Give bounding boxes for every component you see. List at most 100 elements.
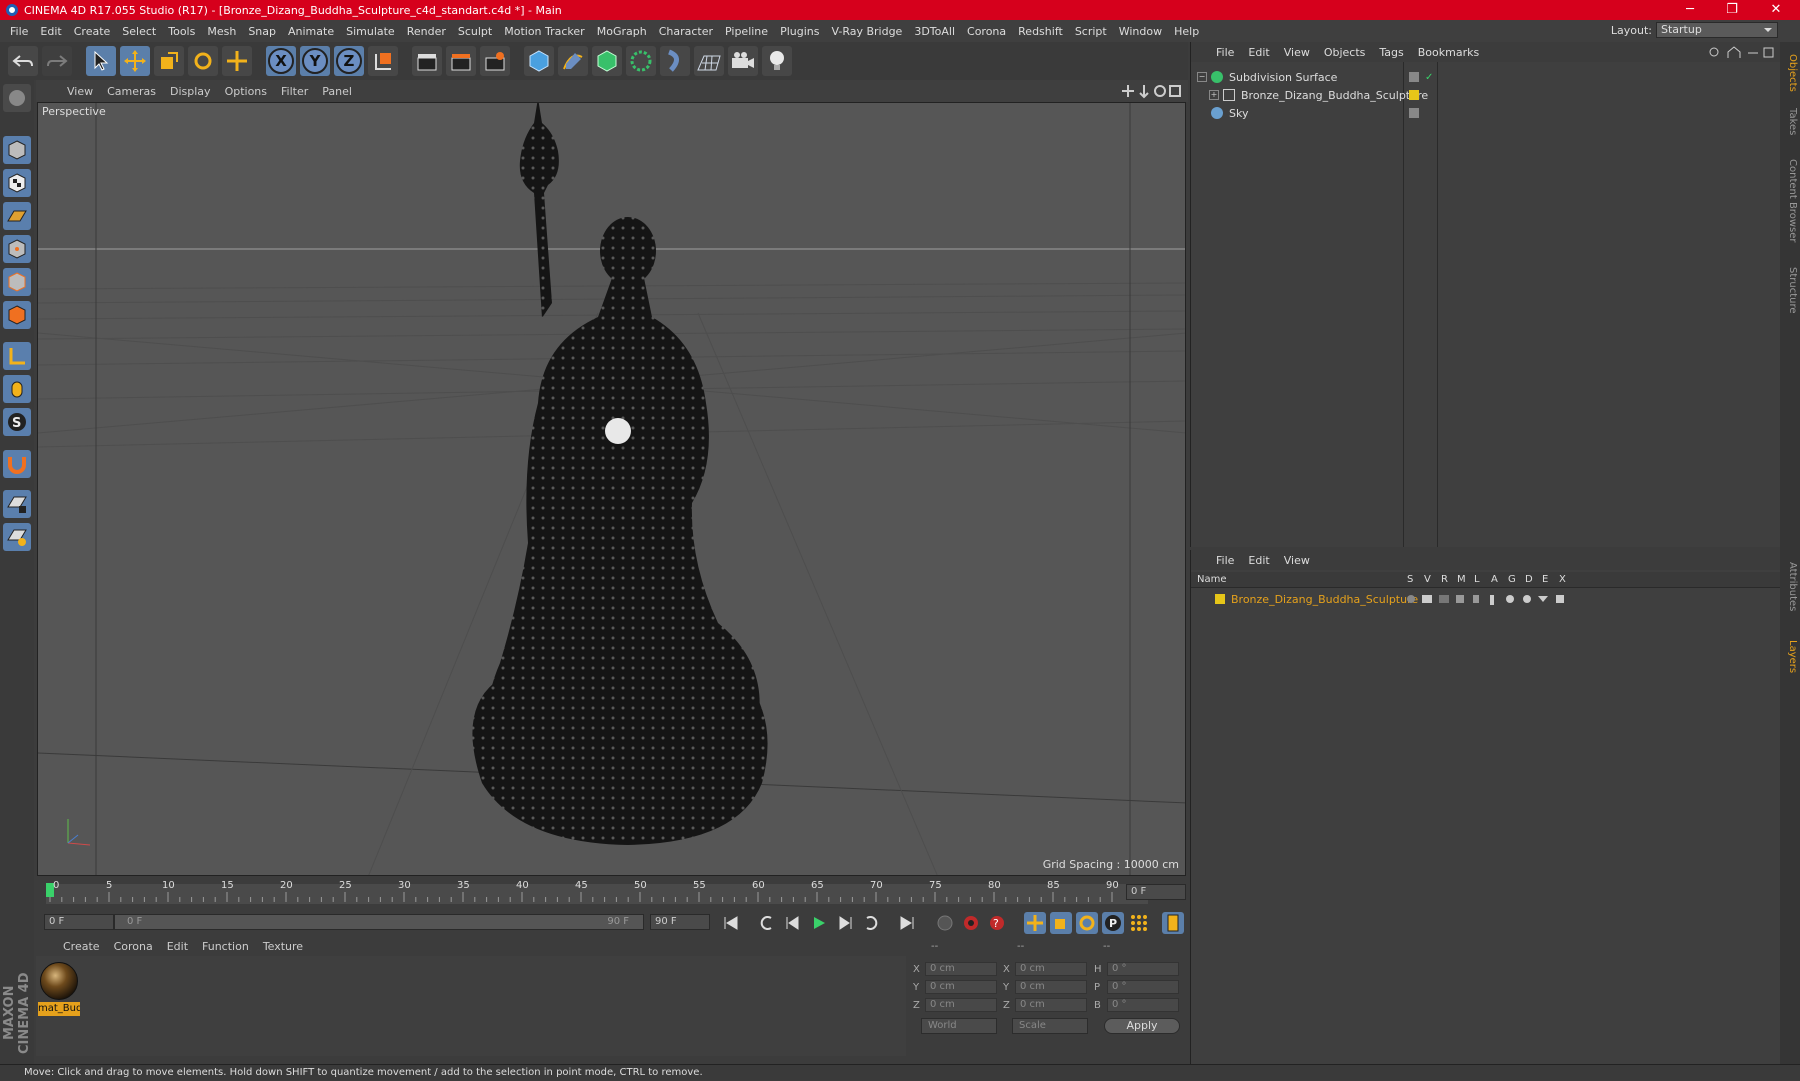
menu-snap[interactable]: Snap (242, 25, 282, 38)
select-tool-button[interactable] (86, 46, 116, 76)
menu-script[interactable]: Script (1069, 25, 1113, 38)
edges-mode-button[interactable] (3, 268, 31, 296)
tab-structure[interactable]: Structure (1782, 260, 1798, 320)
object-row-subdivision-surface[interactable]: − Subdivision Surface ✓ (1191, 68, 1781, 86)
add-deformer-button[interactable] (660, 46, 690, 76)
tab-attributes[interactable]: Attributes (1782, 552, 1798, 622)
add-light-button[interactable] (762, 46, 792, 76)
menu-corona[interactable]: Corona (961, 25, 1012, 38)
undo-button[interactable] (8, 46, 38, 76)
object-menu-tags[interactable]: Tags (1372, 46, 1410, 59)
layout-select[interactable]: Startup (1656, 22, 1778, 38)
material-menu-corona[interactable]: Corona (107, 940, 160, 953)
points-mode-button[interactable] (3, 235, 31, 263)
add-array-button[interactable] (626, 46, 656, 76)
menu-window[interactable]: Window (1113, 25, 1168, 38)
column-r[interactable]: R (1441, 572, 1448, 588)
render-settings-button[interactable] (480, 46, 510, 76)
menu-tools[interactable]: Tools (162, 25, 201, 38)
column-m[interactable]: M (1457, 572, 1466, 588)
coordinate-system-button[interactable] (368, 46, 398, 76)
menu-create[interactable]: Create (68, 25, 117, 38)
rotate-tool-button[interactable] (188, 46, 218, 76)
prev-key-button[interactable] (756, 912, 778, 934)
viewport-nav-icons[interactable] (1122, 83, 1182, 99)
expand-toggle-icon[interactable]: + (1209, 90, 1219, 100)
object-menu-view[interactable]: View (1277, 46, 1317, 59)
menu-vray-bridge[interactable]: V-Ray Bridge (825, 25, 908, 38)
menu-help[interactable]: Help (1168, 25, 1205, 38)
snap-button[interactable]: S (3, 408, 31, 436)
layer-color-swatch[interactable] (1215, 594, 1225, 604)
column-e[interactable]: E (1542, 572, 1548, 588)
viewport-menu-panel[interactable]: Panel (315, 85, 359, 98)
x-axis-lock-button[interactable]: X (266, 46, 296, 76)
column-a[interactable]: A (1491, 572, 1498, 588)
tab-objects[interactable]: Objects (1782, 48, 1798, 98)
end-frame-field[interactable]: 90 F (650, 914, 710, 930)
menu-mograph[interactable]: MoGraph (591, 25, 653, 38)
viewport-menu-options[interactable]: Options (218, 85, 274, 98)
apply-button[interactable]: Apply (1104, 1018, 1180, 1034)
rot-p-field[interactable]: 0 ° (1107, 980, 1179, 994)
scale-tool-button[interactable] (154, 46, 184, 76)
menu-simulate[interactable]: Simulate (340, 25, 401, 38)
layer-menu-edit[interactable]: Edit (1241, 554, 1276, 567)
material-menu-function[interactable]: Function (195, 940, 256, 953)
material-name-label[interactable]: mat_Bud (38, 1002, 80, 1016)
timeline-ruler[interactable]: 0 5 10 15 20 25 30 35 40 45 50 55 60 65 … (36, 878, 1188, 908)
menu-file[interactable]: File (4, 25, 34, 38)
polygons-mode-button[interactable] (3, 301, 31, 329)
object-menu-objects[interactable]: Objects (1317, 46, 1373, 59)
object-manager-nav-icons[interactable] (1708, 46, 1774, 60)
menu-plugins[interactable]: Plugins (774, 25, 825, 38)
enabled-check-icon[interactable]: ✓ (1425, 72, 1433, 83)
layer-name[interactable]: Bronze_Dizang_Buddha_Sculpture (1231, 593, 1418, 606)
layer-color-swatch[interactable] (1409, 72, 1419, 82)
menu-render[interactable]: Render (401, 25, 452, 38)
goto-end-button[interactable] (896, 912, 918, 934)
column-l[interactable]: L (1474, 572, 1480, 588)
key-scale-button[interactable] (1050, 912, 1072, 934)
timeline-window-button[interactable] (1162, 912, 1184, 934)
scale-y-field[interactable]: 0 cm (1015, 980, 1087, 994)
make-editable-button[interactable] (3, 84, 31, 112)
object-row-bronze-dizang[interactable]: + Bronze_Dizang_Buddha_Sculpture (1191, 86, 1781, 104)
scale-z-field[interactable]: 0 cm (1015, 998, 1087, 1012)
menu-mesh[interactable]: Mesh (201, 25, 242, 38)
pos-z-field[interactable]: 0 cm (925, 998, 997, 1012)
menu-animate[interactable]: Animate (282, 25, 340, 38)
start-frame-field[interactable]: 0 F (44, 914, 114, 930)
key-parameter-button[interactable]: P (1102, 912, 1124, 934)
viewport-perspective[interactable]: Perspective Grid Spacing : 10000 cm (37, 102, 1186, 876)
redo-button[interactable] (42, 46, 72, 76)
key-position-button[interactable] (1024, 912, 1046, 934)
collapse-toggle-icon[interactable]: − (1197, 72, 1207, 82)
tweak-mode-button[interactable] (3, 375, 31, 403)
layer-menu-view[interactable]: View (1277, 554, 1317, 567)
next-key-button[interactable] (860, 912, 882, 934)
restore-button[interactable]: ❐ (1714, 0, 1750, 20)
object-menu-file[interactable]: File (1209, 46, 1241, 59)
render-picture-viewer-button[interactable] (446, 46, 476, 76)
menu-redshift[interactable]: Redshift (1012, 25, 1069, 38)
model-mode-button[interactable] (3, 136, 31, 164)
viewport-menu-display[interactable]: Display (163, 85, 218, 98)
grid-lock-button[interactable] (3, 490, 31, 518)
menu-motion-tracker[interactable]: Motion Tracker (498, 25, 590, 38)
menu-edit[interactable]: Edit (34, 25, 67, 38)
object-axis-gizmo[interactable] (605, 418, 631, 444)
column-v[interactable]: V (1424, 572, 1431, 588)
current-frame-field[interactable]: 0 F (1126, 884, 1186, 900)
material-preview-sphere[interactable] (40, 962, 78, 1000)
viewport-menu-filter[interactable]: Filter (274, 85, 315, 98)
key-pla-button[interactable] (1128, 912, 1150, 934)
magnet-button[interactable] (3, 450, 31, 478)
viewport-menu-view[interactable]: View (60, 85, 100, 98)
layer-color-swatch[interactable] (1409, 108, 1419, 118)
material-menu-create[interactable]: Create (56, 940, 107, 953)
play-button[interactable] (808, 912, 830, 934)
record-position-button[interactable] (934, 912, 956, 934)
tab-content-browser[interactable]: Content Browser (1782, 146, 1798, 256)
rot-b-field[interactable]: 0 ° (1107, 998, 1179, 1012)
